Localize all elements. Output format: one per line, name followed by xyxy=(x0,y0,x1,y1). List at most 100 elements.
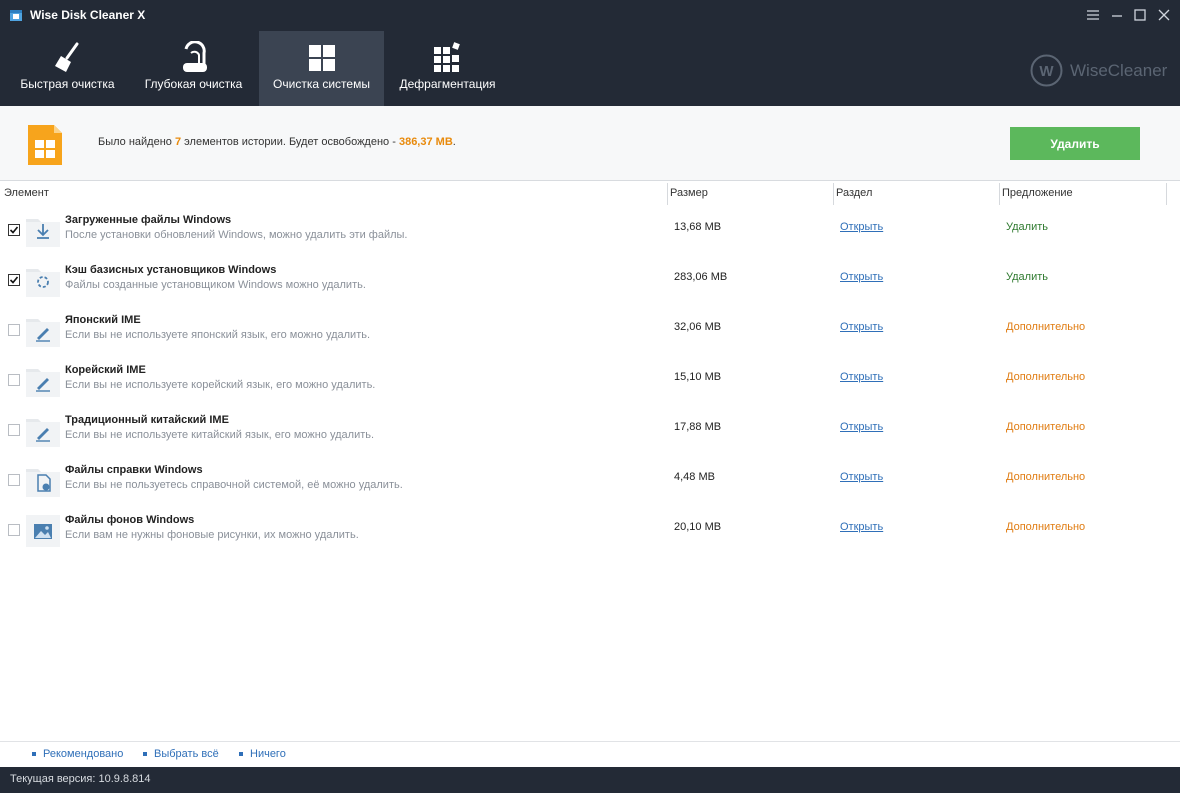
defrag-icon xyxy=(433,42,460,72)
table-row[interactable]: Загруженные файлы Windows После установки… xyxy=(0,210,1180,260)
pen-icon xyxy=(26,419,60,447)
tab-label: Очистка системы xyxy=(273,77,370,91)
column-divider[interactable] xyxy=(999,183,1000,205)
recommended-link[interactable]: Рекомендовано xyxy=(32,748,123,760)
app-header: Wise Disk Cleaner X Быстрая очистка Глуб… xyxy=(0,0,1180,106)
table-row[interactable]: Традиционный китайский IME Если вы не исп… xyxy=(0,410,1180,460)
row-size: 20,10 MB xyxy=(674,521,722,533)
row-suggestion[interactable]: Дополнительно xyxy=(1006,471,1085,483)
row-description: Если вам не нужны фоновые рисунки, их мо… xyxy=(65,529,359,541)
windows-logo-icon xyxy=(308,45,335,71)
row-checkbox[interactable] xyxy=(8,524,20,536)
row-checkbox[interactable] xyxy=(8,424,20,436)
row-suggestion[interactable]: Удалить xyxy=(1006,221,1048,233)
delete-button[interactable]: Удалить xyxy=(1010,127,1140,160)
row-suggestion[interactable]: Дополнительно xyxy=(1006,371,1085,383)
version-text: Текущая версия: 10.9.8.814 xyxy=(10,773,151,785)
select-none-link[interactable]: Ничего xyxy=(239,748,286,760)
tab-label: Дефрагментация xyxy=(399,77,496,91)
open-link[interactable]: Открыть xyxy=(840,521,883,533)
column-divider[interactable] xyxy=(1166,183,1167,205)
summary-suffix: . xyxy=(452,136,456,148)
table-row[interactable]: Файлы фонов Windows Если вам не нужны фон… xyxy=(0,510,1180,560)
pen-icon xyxy=(26,369,60,397)
row-checkbox[interactable] xyxy=(8,324,20,336)
row-checkbox[interactable] xyxy=(8,374,20,386)
row-suggestion[interactable]: Дополнительно xyxy=(1006,521,1085,533)
row-suggestion[interactable]: Дополнительно xyxy=(1006,321,1085,333)
row-description: Если вы не используете японский язык, ег… xyxy=(65,329,371,341)
column-divider[interactable] xyxy=(667,183,668,205)
svg-text:W: W xyxy=(1039,63,1054,80)
row-title: Корейский IME xyxy=(65,364,146,376)
row-title: Файлы справки Windows xyxy=(65,464,203,476)
row-description: После установки обновлений Windows, можн… xyxy=(65,229,408,241)
summary-bar: Было найдено 7 элементов истории. Будет … xyxy=(0,106,1180,181)
maximize-icon[interactable] xyxy=(1131,6,1149,24)
column-section[interactable]: Раздел xyxy=(836,187,872,199)
open-link[interactable]: Открыть xyxy=(840,321,883,333)
tab-quick-clean[interactable]: Быстрая очистка xyxy=(5,31,130,106)
row-size: 17,88 MB xyxy=(674,421,722,433)
row-size: 283,06 MB xyxy=(674,271,728,283)
title-bar: Wise Disk Cleaner X xyxy=(0,0,1180,30)
row-description: Если вы не используете корейский язык, е… xyxy=(65,379,376,391)
row-size: 32,06 MB xyxy=(674,321,722,333)
tab-label: Глубокая очистка xyxy=(144,77,243,91)
total-size: 386,37 MB xyxy=(398,136,453,148)
table-row[interactable]: Японский IME Если вы не используете японс… xyxy=(0,310,1180,360)
open-link[interactable]: Открыть xyxy=(840,271,883,283)
selection-links: Рекомендовано Выбрать всё Ничего xyxy=(0,741,1180,767)
summary-prefix: Было найдено xyxy=(98,136,172,148)
row-title: Загруженные файлы Windows xyxy=(65,214,232,226)
open-link[interactable]: Открыть xyxy=(840,421,883,433)
table-row[interactable]: Файлы справки Windows Если вы не пользует… xyxy=(0,460,1180,510)
row-title: Японский IME xyxy=(65,314,141,326)
open-link[interactable]: Открыть xyxy=(840,371,883,383)
app-logo-icon xyxy=(10,10,22,21)
open-link[interactable]: Открыть xyxy=(840,471,883,483)
help-file-icon xyxy=(26,469,60,497)
tab-deep-clean[interactable]: Глубокая очистка xyxy=(131,31,256,106)
checkmark-icon xyxy=(9,276,19,284)
row-description: Если вы не пользуетесь справочной систем… xyxy=(65,479,403,491)
vacuum-icon xyxy=(182,41,207,72)
row-description: Файлы созданные установщиком Windows мож… xyxy=(65,279,366,291)
open-link[interactable]: Открыть xyxy=(840,221,883,233)
installer-cache-icon xyxy=(26,269,60,297)
download-icon xyxy=(26,219,60,247)
row-title: Кэш базисных установщиков Windows xyxy=(65,264,277,276)
brand-name: WiseCleaner xyxy=(1070,61,1168,80)
minimize-icon[interactable] xyxy=(1108,6,1126,24)
column-size[interactable]: Размер xyxy=(670,187,708,199)
row-checkbox[interactable] xyxy=(8,274,20,286)
close-icon[interactable] xyxy=(1155,6,1173,24)
items-count: 7 xyxy=(174,136,182,148)
summary-text: Было найдено 7 элементов истории. Будет … xyxy=(98,136,456,148)
row-checkbox[interactable] xyxy=(8,474,20,486)
wisecleaner-logo-icon: W xyxy=(1030,54,1063,87)
pen-icon xyxy=(26,319,60,347)
row-checkbox[interactable] xyxy=(8,224,20,236)
column-item[interactable]: Элемент xyxy=(4,187,49,199)
windows-file-icon xyxy=(28,125,62,165)
broom-icon xyxy=(54,42,78,72)
tab-system-clean[interactable]: Очистка системы xyxy=(259,31,384,106)
tab-defrag[interactable]: Дефрагментация xyxy=(385,31,510,106)
summary-middle: элементов истории. Будет освобождено - xyxy=(184,136,396,148)
table-row[interactable]: Кэш базисных установщиков Windows Файлы с… xyxy=(0,260,1180,310)
row-suggestion[interactable]: Удалить xyxy=(1006,271,1048,283)
column-suggestion[interactable]: Предложение xyxy=(1002,187,1073,199)
column-divider[interactable] xyxy=(833,183,834,205)
row-description: Если вы не используете китайский язык, е… xyxy=(65,429,375,441)
row-size: 15,10 MB xyxy=(674,371,722,383)
row-size: 13,68 MB xyxy=(674,221,722,233)
status-bar: Текущая версия: 10.9.8.814 xyxy=(0,767,1180,793)
row-title: Файлы фонов Windows xyxy=(65,514,195,526)
tab-label: Быстрая очистка xyxy=(20,77,115,91)
row-suggestion[interactable]: Дополнительно xyxy=(1006,421,1085,433)
select-all-link[interactable]: Выбрать всё xyxy=(143,748,219,760)
menu-icon[interactable] xyxy=(1084,6,1102,24)
table-row[interactable]: Корейский IME Если вы не используете коре… xyxy=(0,360,1180,410)
row-size: 4,48 MB xyxy=(674,471,715,483)
